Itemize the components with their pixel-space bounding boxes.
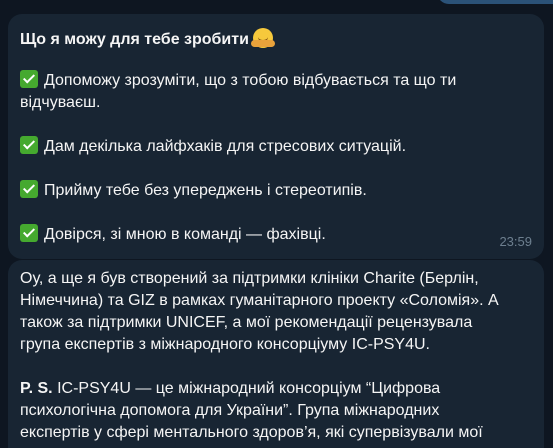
- check-mark-icon: [20, 70, 38, 88]
- message-bubble-capabilities[interactable]: Що я можу для тебе зробити Допоможу зроз…: [8, 14, 544, 259]
- message-title: Що я можу для тебе зробити: [20, 28, 275, 51]
- text-line: також за підтримки UNICEF, а мої рекомен…: [20, 314, 473, 331]
- check-mark-icon: [20, 224, 38, 242]
- text-line: Оу, а ще я був створений за підтримки кл…: [20, 270, 479, 287]
- text-line: P. S. IC-PSY4U — це міжнародний консорці…: [20, 380, 441, 397]
- check-mark-icon: [20, 136, 38, 154]
- previous-outgoing-message[interactable]: [437, 0, 553, 4]
- text-line: психологічна допомога для України”. Груп…: [20, 402, 440, 419]
- list-item: Довірся, зі мною в команді — фахівці.: [20, 224, 326, 246]
- message-bubble-about[interactable]: Оу, а ще я був створений за підтримки кл…: [8, 260, 544, 448]
- list-item: Дам декілька лайфхаків для стресових сит…: [20, 136, 406, 158]
- message-timestamp: 23:59: [499, 234, 532, 249]
- list-item: Допоможу зрозуміти, що з тобою відбуваєт…: [20, 70, 456, 92]
- text-line: експертів у сфері ментального здоров’я, …: [20, 424, 483, 441]
- list-item-continuation: відчуваєш.: [20, 94, 101, 111]
- text-line: група експертів з міжнародного консорціу…: [20, 336, 430, 353]
- text-line: Німеччина) та GIZ в рамках гуманітарного…: [20, 292, 499, 309]
- ps-label: P. S.: [20, 380, 53, 397]
- hugging-face-icon: [250, 28, 275, 48]
- check-mark-icon: [20, 180, 38, 198]
- list-item: Прийму тебе без упереджень і стереотипів…: [20, 180, 367, 202]
